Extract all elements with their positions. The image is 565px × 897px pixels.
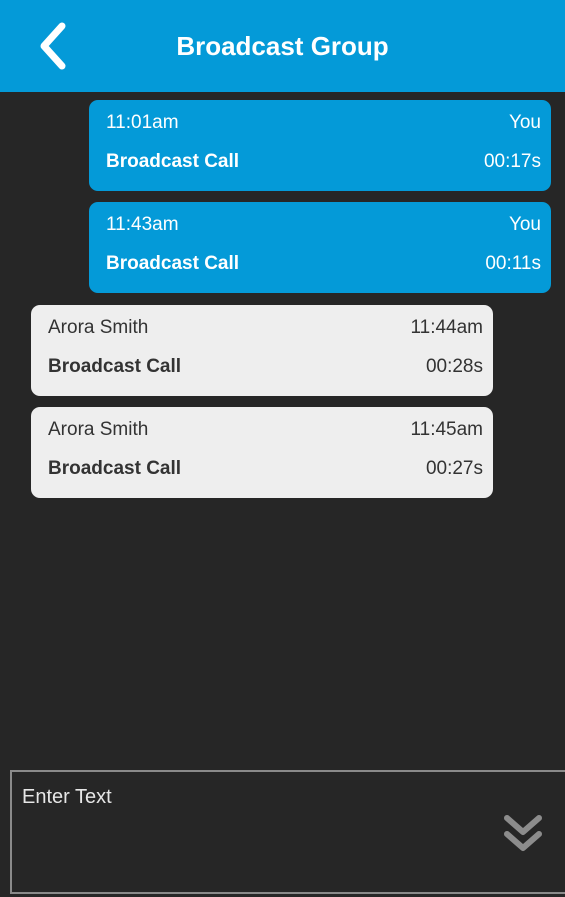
message-body: Broadcast Call 00:27s [48,457,483,481]
message-composer [10,770,565,894]
chat-screen: Broadcast Group 11:01am You Broadcast Ca… [0,0,565,897]
message-bubble-outgoing[interactable]: 11:43am You Broadcast Call 00:11s [89,202,551,293]
message-body: Broadcast Call 00:17s [106,150,541,174]
message-bubble-incoming[interactable]: Arora Smith 11:44am Broadcast Call 00:28… [31,305,493,396]
call-type: Broadcast Call [106,151,240,172]
call-duration: 00:27s [425,458,483,479]
call-duration: 00:28s [425,356,483,377]
call-duration: 00:17s [483,151,541,172]
message-sender: You [508,112,541,133]
message-sender: You [508,214,541,235]
call-duration: 00:11s [485,253,541,274]
message-header: Arora Smith 11:45am [48,418,483,442]
page-title: Broadcast Group [176,31,389,61]
call-type: Broadcast Call [48,458,182,479]
call-type: Broadcast Call [106,253,240,274]
message-time: 11:43am [106,214,179,235]
message-sender: Arora Smith [48,419,149,440]
message-header: 11:01am You [106,111,541,135]
message-header: 11:43am You [106,213,541,237]
message-bubble-outgoing[interactable]: 11:01am You Broadcast Call 00:17s [89,100,551,191]
app-header: Broadcast Group [0,0,565,92]
message-input[interactable] [22,786,492,866]
expand-button[interactable] [501,812,545,856]
message-time: 11:45am [410,419,483,440]
message-time: 11:44am [410,317,483,338]
message-bubble-incoming[interactable]: Arora Smith 11:45am Broadcast Call 00:27… [31,407,493,498]
message-body: Broadcast Call 00:28s [48,355,483,379]
double-chevron-down-icon [504,815,542,851]
message-header: Arora Smith 11:44am [48,316,483,340]
call-type: Broadcast Call [48,356,182,377]
message-time: 11:01am [106,112,179,133]
message-body: Broadcast Call 00:11s [106,252,541,276]
message-sender: Arora Smith [48,317,149,338]
